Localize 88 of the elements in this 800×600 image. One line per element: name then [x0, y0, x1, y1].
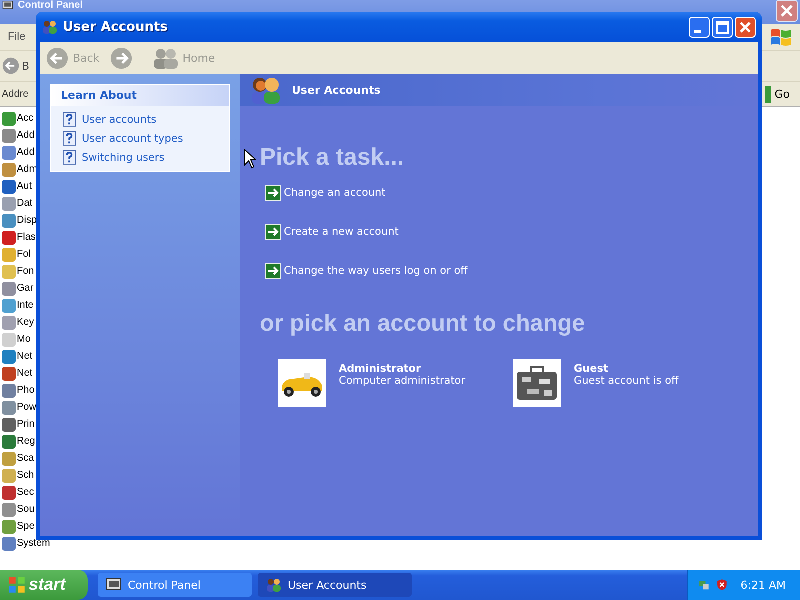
back-button[interactable]: B	[22, 60, 30, 72]
control-panel-item[interactable]: Key	[17, 317, 34, 328]
control-panel-item[interactable]: Dat	[17, 198, 33, 209]
control-panel-item-icon	[2, 230, 16, 244]
control-panel-item[interactable]: Fon	[17, 266, 34, 277]
maximize-button[interactable]	[712, 16, 733, 38]
taskbar-button[interactable]: User Accounts	[258, 573, 412, 597]
help-icon	[63, 131, 76, 146]
control-panel-item-icon	[2, 298, 16, 312]
cursor-icon	[244, 149, 256, 169]
control-panel-item-icon	[2, 316, 16, 330]
control-panel-item-icon	[2, 468, 16, 482]
address-label: Addre	[2, 88, 29, 100]
task-link[interactable]: Change the way users log on or off	[284, 265, 468, 277]
help-icon	[63, 112, 76, 127]
taskbar-button[interactable]: Control Panel	[98, 573, 252, 597]
account-type: Guest account is off	[574, 375, 679, 387]
control-panel-item-icon	[2, 366, 16, 380]
clock: 6:21 AM	[740, 578, 786, 592]
task-link[interactable]: Change an account	[284, 187, 386, 199]
users-icon	[266, 577, 282, 593]
control-panel-item-icon	[2, 418, 16, 432]
users-icon	[42, 19, 58, 35]
task-link[interactable]: Create a new account	[284, 226, 399, 238]
control-panel-item-icon	[2, 128, 16, 142]
control-panel-item[interactable]: Inte	[17, 300, 34, 311]
control-panel-item-icon	[2, 434, 16, 448]
control-panel-item-icon	[2, 214, 16, 228]
window-title: Control Panel	[18, 0, 84, 11]
control-panel-item[interactable]: Acc	[17, 113, 34, 124]
account-type: Computer administrator	[339, 375, 466, 387]
control-panel-item[interactable]: Net	[17, 351, 33, 362]
close-button[interactable]	[776, 0, 798, 22]
control-panel-item-icon	[2, 536, 16, 550]
menu-item[interactable]: File	[8, 31, 26, 43]
control-panel-item-icon	[2, 264, 16, 278]
control-panel-icon	[106, 577, 122, 593]
control-panel-item-icon	[2, 486, 16, 500]
users-icon	[152, 47, 179, 69]
control-panel-item[interactable]: Mo	[17, 334, 31, 345]
users-icon	[250, 76, 282, 104]
control-panel-item-icon	[2, 248, 16, 262]
control-panel-item-icon	[2, 400, 16, 414]
control-panel-item[interactable]: Flas	[17, 232, 36, 243]
control-panel-item[interactable]: Pho	[17, 385, 35, 396]
control-panel-item-icon	[2, 350, 16, 364]
control-panel-item[interactable]: Sch	[17, 470, 34, 481]
control-panel-item[interactable]: Fol	[17, 249, 31, 260]
section-heading: or pick an account to change	[260, 309, 586, 337]
panel-title: Learn About	[51, 85, 229, 106]
minimize-button[interactable]	[689, 16, 710, 38]
help-icon	[63, 150, 76, 165]
control-panel-item-icon	[2, 520, 16, 534]
control-panel-item[interactable]: Sou	[17, 504, 35, 515]
control-panel-item[interactable]: Add	[17, 130, 35, 141]
window-title: User Accounts	[63, 20, 168, 34]
control-panel-item[interactable]: Reg	[17, 436, 36, 447]
control-panel-item-icon	[2, 112, 16, 126]
control-panel-item[interactable]: Add	[17, 147, 35, 158]
control-panel-item-icon	[2, 502, 16, 516]
help-link[interactable]: User account types	[82, 132, 184, 144]
control-panel-item[interactable]: Sec	[17, 487, 34, 498]
shield-icon[interactable]	[716, 577, 729, 593]
section-heading: Pick a task...	[260, 144, 406, 172]
control-panel-item[interactable]: Disp	[17, 215, 38, 226]
account-name[interactable]: Guest	[574, 363, 608, 375]
control-panel-item-icon	[2, 162, 16, 176]
control-panel-item[interactable]: Spe	[17, 521, 35, 532]
control-panel-item[interactable]: System	[17, 538, 50, 549]
control-panel-item-icon	[2, 196, 16, 210]
control-panel-item[interactable]: Gar	[17, 283, 34, 294]
control-panel-item[interactable]: Prin	[17, 419, 35, 430]
control-panel-item[interactable]: Net	[17, 368, 33, 379]
help-link[interactable]: User accounts	[82, 114, 157, 126]
control-panel-item-icon	[2, 332, 16, 346]
control-panel-item[interactable]: Aut	[17, 181, 32, 192]
control-panel-item-icon	[2, 452, 16, 466]
windows-logo-icon	[8, 576, 26, 594]
account-name[interactable]: Administrator	[339, 363, 422, 375]
control-panel-item-icon	[2, 384, 16, 398]
control-panel-item-icon	[2, 146, 16, 160]
control-panel-item-icon	[2, 180, 16, 194]
help-link[interactable]: Switching users	[82, 152, 165, 164]
control-panel-item[interactable]: Pow	[17, 402, 36, 413]
control-panel-item[interactable]: Sca	[17, 453, 34, 464]
control-panel-item-icon	[2, 282, 16, 296]
control-panel-icon	[2, 0, 14, 11]
header-title: User Accounts	[292, 84, 381, 96]
